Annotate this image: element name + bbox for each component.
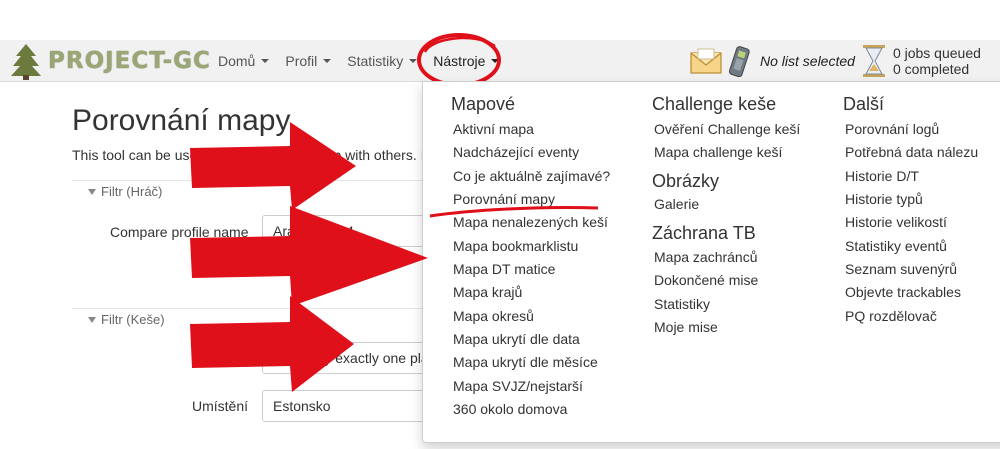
tools-dropdown-menu: Mapové Aktivní mapa Nadcházející eventy … xyxy=(422,81,1000,443)
menu-heading-other: Další xyxy=(843,94,885,114)
logo-text: PROJECT-GC xyxy=(48,47,211,74)
filter-caches-label: Filtr (Keše) xyxy=(101,312,165,327)
hourglass-icon xyxy=(862,44,885,77)
nav-home-label: Domů xyxy=(218,52,256,69)
mobile-phone-icon[interactable] xyxy=(728,44,750,78)
jobs-queued: 0 jobs queued xyxy=(892,44,981,61)
menu-item-size-history[interactable]: Historie velikostí xyxy=(845,214,947,230)
filter-player-toggle[interactable]: Filtr (Hráč) xyxy=(88,184,162,199)
menu-item-discover-trackables[interactable]: Objevte trackables xyxy=(845,284,961,300)
page-title: Porovnání mapy xyxy=(72,104,291,137)
menu-item-360-around-home[interactable]: 360 okolo domova xyxy=(453,401,567,417)
menu-item-districts-map[interactable]: Mapa okresů xyxy=(453,308,534,324)
pine-tree-icon xyxy=(11,43,41,80)
show-label: Ukázat xyxy=(200,351,244,367)
show-select[interactable]: Found by exactly one pla xyxy=(262,342,442,374)
menu-item-challenge-map[interactable]: Mapa challenge keší xyxy=(654,144,782,160)
menu-item-bookmark-list-map[interactable]: Mapa bookmarklistu xyxy=(453,238,578,254)
nav-profile[interactable]: Profil xyxy=(277,53,339,69)
jobs-completed: 0 completed xyxy=(892,60,970,77)
caret-down-icon xyxy=(261,58,270,63)
menu-heading-map: Mapové xyxy=(451,94,516,114)
envelope-icon[interactable] xyxy=(690,47,722,75)
menu-item-dt-history[interactable]: Historie D/T xyxy=(845,168,919,184)
menu-item-event-statistics[interactable]: Statistiky eventů xyxy=(845,238,947,254)
filter-player-label: Filtr (Hráč) xyxy=(101,184,163,199)
collapse-triangle-icon xyxy=(88,316,96,323)
menu-item-rescue-statistics[interactable]: Statistiky xyxy=(654,296,710,312)
compare-profile-label: Compare profile name xyxy=(110,224,249,240)
divider xyxy=(72,180,432,181)
filter-caches-toggle[interactable]: Filtr (Keše) xyxy=(88,312,165,327)
menu-item-log-comparison[interactable]: Porovnání logů xyxy=(845,121,939,137)
menu-item-currently-interesting[interactable]: Co je aktuálně zajímavé? xyxy=(453,168,610,184)
menu-item-gallery[interactable]: Galerie xyxy=(654,196,699,212)
menu-item-hides-by-date-map[interactable]: Mapa ukrytí dle data xyxy=(453,331,580,347)
menu-heading-challenge: Challenge keše xyxy=(652,94,777,114)
menu-item-my-missions[interactable]: Moje mise xyxy=(654,319,718,335)
nav-profile-label: Profil xyxy=(285,52,318,69)
menu-item-rescuers-map[interactable]: Mapa zachránců xyxy=(654,249,758,265)
location-select[interactable]: Estonsko xyxy=(262,390,442,422)
caret-down-icon xyxy=(323,58,332,63)
menu-item-hides-by-month-map[interactable]: Mapa ukrytí dle měsíce xyxy=(453,354,598,370)
logo[interactable]: PROJECT-GC xyxy=(8,40,211,81)
menu-item-upcoming-events[interactable]: Nadcházející eventy xyxy=(453,144,579,160)
collapse-triangle-icon xyxy=(88,188,96,195)
menu-item-pq-splitter[interactable]: PQ rozdělovač xyxy=(845,308,937,324)
menu-heading-images: Obrázky xyxy=(652,171,720,191)
job-status: 0 jobs queued 0 completed xyxy=(893,45,981,77)
menu-item-type-history[interactable]: Historie typů xyxy=(845,191,923,207)
compare-profile-input[interactable]: Arandur9424 xyxy=(262,215,442,247)
menu-heading-tb-rescue: Záchrana TB xyxy=(652,223,756,243)
menu-item-dt-matrix-map[interactable]: Mapa DT matice xyxy=(453,261,555,277)
nav-status: No list selected 0 jobs queued 0 complet… xyxy=(690,40,981,81)
menu-item-souvenir-list[interactable]: Seznam suvenýrů xyxy=(845,261,957,277)
location-label: Umístění xyxy=(192,398,249,414)
divider xyxy=(72,308,432,309)
menu-item-active-map[interactable]: Aktivní mapa xyxy=(453,121,534,137)
menu-item-regions-map[interactable]: Mapa krajů xyxy=(453,284,522,300)
menu-item-completed-missions[interactable]: Dokončené mise xyxy=(654,272,758,288)
nav-home[interactable]: Domů xyxy=(210,53,277,69)
nav-statistics[interactable]: Statistiky xyxy=(339,53,425,69)
menu-item-map-comparison[interactable]: Porovnání mapy xyxy=(453,191,555,207)
page-description: This tool can be used to compare your ma… xyxy=(72,147,425,163)
list-status[interactable]: No list selected xyxy=(760,53,855,69)
nav-statistics-label: Statistiky xyxy=(347,52,404,69)
menu-item-nsew-oldest-map[interactable]: Mapa SVJZ/nejstarší xyxy=(453,378,583,394)
menu-item-challenge-checker[interactable]: Ověření Challenge keší xyxy=(654,121,800,137)
menu-item-unfound-caches-map[interactable]: Mapa nenalezených keší xyxy=(453,214,608,230)
menu-item-needed-find-dates[interactable]: Potřebná data nálezu xyxy=(845,144,978,160)
